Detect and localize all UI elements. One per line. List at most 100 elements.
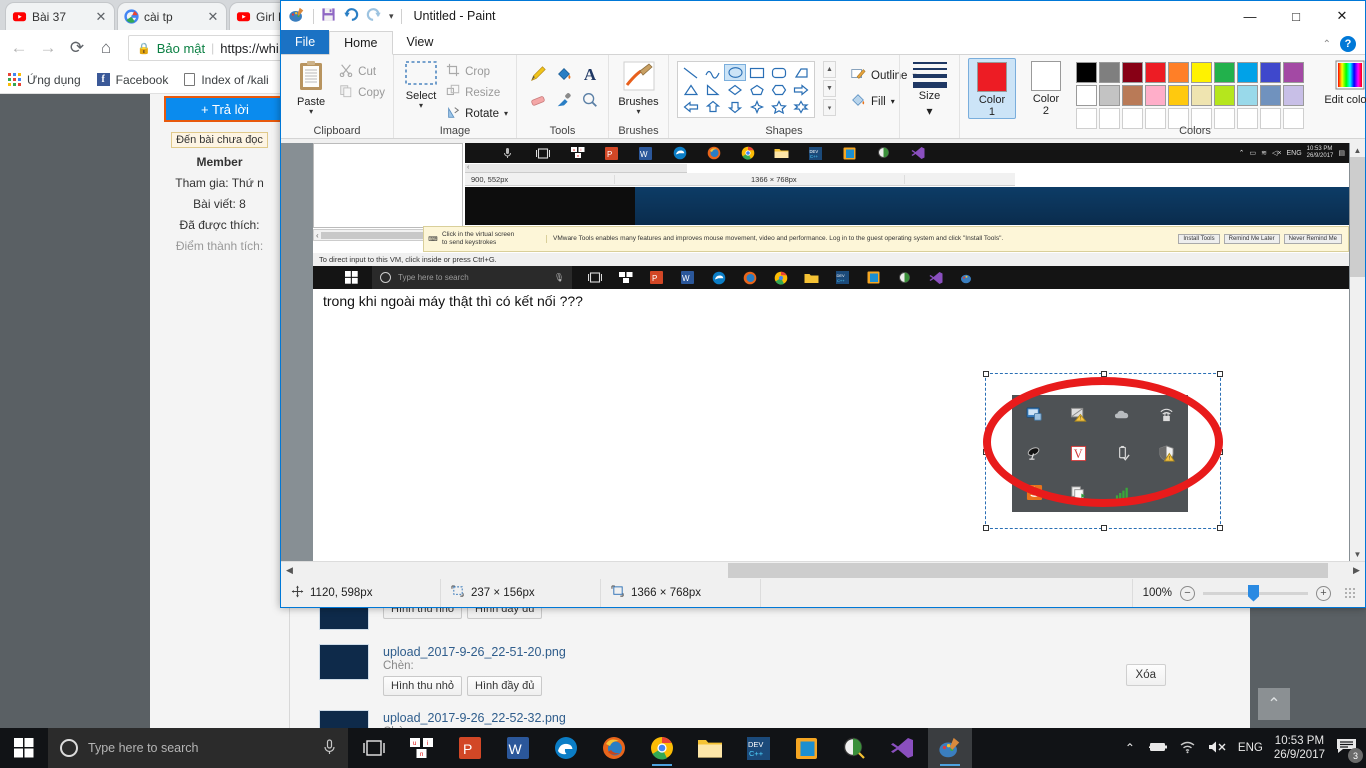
color-picker-tool-button[interactable] bbox=[551, 88, 577, 114]
text-tool-button[interactable]: A bbox=[577, 62, 603, 88]
attachment-name[interactable]: upload_2017-9-26_22-52-32.png bbox=[383, 711, 566, 725]
taskbar-app-wireshark[interactable] bbox=[832, 728, 876, 768]
zoom-in-button[interactable]: + bbox=[1316, 585, 1331, 601]
insert-full-button[interactable]: Hình đầy đủ bbox=[467, 676, 543, 696]
zoom-slider-thumb[interactable] bbox=[1248, 584, 1259, 602]
paste-button[interactable]: Paste ▾ bbox=[289, 58, 333, 116]
magnifier-tool-button[interactable] bbox=[577, 88, 603, 114]
taskbar-app-visual-studio[interactable] bbox=[880, 728, 924, 768]
scroll-right-icon[interactable]: ▶ bbox=[1348, 565, 1365, 576]
forward-button[interactable]: → bbox=[35, 35, 61, 61]
tab-view[interactable]: View bbox=[393, 30, 448, 54]
palette-swatch-r2-c3[interactable] bbox=[1122, 85, 1143, 106]
attachment-name[interactable]: upload_2017-9-26_22-51-20.png bbox=[383, 645, 566, 659]
taskbar-app-firefox[interactable] bbox=[592, 728, 636, 768]
shape-rounded-rectangle[interactable] bbox=[768, 64, 790, 81]
close-icon[interactable]: ✕ bbox=[206, 10, 220, 23]
copy-button[interactable]: Copy bbox=[339, 84, 385, 101]
tab-file[interactable]: File bbox=[281, 30, 330, 54]
shape-six-point-star[interactable] bbox=[790, 98, 812, 115]
chevron-down-icon[interactable]: ▾ bbox=[309, 108, 313, 116]
shape-left-arrow[interactable] bbox=[680, 98, 702, 115]
shape-ellipse[interactable] bbox=[724, 64, 746, 81]
help-icon[interactable]: ? bbox=[1340, 36, 1356, 52]
unread-badge[interactable]: Đến bài chưa đọc bbox=[171, 132, 268, 148]
language-indicator[interactable]: ENG bbox=[1238, 742, 1263, 754]
chevron-down-icon[interactable]: ▾ bbox=[926, 104, 932, 118]
microphone-icon[interactable] bbox=[323, 738, 336, 758]
shape-line[interactable] bbox=[680, 64, 702, 81]
taskbar-app-unikey[interactable]: u in bbox=[400, 728, 444, 768]
start-button[interactable] bbox=[0, 728, 48, 768]
close-icon[interactable]: ✕ bbox=[94, 10, 108, 23]
shape-right-arrow[interactable] bbox=[790, 81, 812, 98]
pencil-tool-button[interactable] bbox=[525, 62, 551, 88]
browser-tab-1[interactable]: Bài 37 ✕ bbox=[6, 3, 114, 30]
clock[interactable]: 10:53 PM 26/9/2017 bbox=[1274, 734, 1325, 762]
shape-hexagon[interactable] bbox=[768, 81, 790, 98]
shapes-expand-button[interactable]: ▾ bbox=[823, 99, 836, 116]
shape-four-point-star[interactable] bbox=[746, 98, 768, 115]
palette-swatch-r2-c8[interactable] bbox=[1237, 85, 1258, 106]
save-icon[interactable] bbox=[321, 7, 336, 25]
canvas-horizontal-scrollbar[interactable]: ◀ ▶ bbox=[281, 561, 1365, 578]
palette-swatch-r2-c7[interactable] bbox=[1214, 85, 1235, 106]
remind-later-button[interactable]: Remind Me Later bbox=[1223, 234, 1280, 244]
tray-overflow-button[interactable]: ⌃ bbox=[1125, 741, 1135, 755]
taskbar-app-devcpp[interactable]: DEV C++ bbox=[736, 728, 780, 768]
shape-curve[interactable] bbox=[702, 64, 724, 81]
palette-swatch-r2-c1[interactable] bbox=[1076, 85, 1097, 106]
crop-button[interactable]: Crop bbox=[446, 63, 508, 80]
palette-swatch-r1-c5[interactable] bbox=[1168, 62, 1189, 83]
attachment-thumbnail[interactable] bbox=[319, 644, 369, 680]
redo-icon[interactable] bbox=[366, 7, 382, 25]
zoom-out-button[interactable]: − bbox=[1180, 585, 1195, 601]
reply-button[interactable]: + Trả lời bbox=[166, 98, 284, 120]
maximize-button[interactable]: □ bbox=[1273, 1, 1319, 31]
chevron-down-icon[interactable]: ▾ bbox=[636, 108, 640, 116]
resize-handle-s[interactable] bbox=[1101, 525, 1107, 531]
chevron-down-icon[interactable]: ▾ bbox=[419, 102, 423, 110]
palette-swatch-r2-c10[interactable] bbox=[1283, 85, 1304, 106]
palette-swatch-r2-c4[interactable] bbox=[1145, 85, 1166, 106]
shape-five-point-star[interactable] bbox=[768, 98, 790, 115]
delete-attachment-button[interactable]: Xóa bbox=[1125, 664, 1166, 686]
resize-handle-ne[interactable] bbox=[1217, 371, 1223, 377]
chevron-up-icon[interactable]: ⌃ bbox=[1323, 39, 1331, 50]
palette-swatch-r2-c2[interactable] bbox=[1099, 85, 1120, 106]
customize-chevron-icon[interactable]: ▾ bbox=[389, 11, 394, 22]
shape-triangle[interactable] bbox=[680, 81, 702, 98]
palette-swatch-r1-c1[interactable] bbox=[1076, 62, 1097, 83]
select-button[interactable]: Select ▾ bbox=[402, 58, 440, 110]
bookmark-index-kali[interactable]: Index of /kali bbox=[184, 73, 269, 87]
palette-swatch-r1-c6[interactable] bbox=[1191, 62, 1212, 83]
hscroll-thumb[interactable] bbox=[728, 562, 1328, 578]
bookmark-facebook[interactable]: f Facebook bbox=[96, 73, 168, 87]
hscroll-track[interactable] bbox=[298, 562, 1348, 578]
shape-pentagon[interactable] bbox=[746, 81, 768, 98]
palette-swatch-r1-c4[interactable] bbox=[1145, 62, 1166, 83]
minimize-button[interactable]: — bbox=[1227, 1, 1273, 31]
resize-grip[interactable] bbox=[1345, 588, 1355, 598]
shape-right-triangle-poly[interactable] bbox=[790, 64, 812, 81]
volume-muted-icon[interactable] bbox=[1207, 740, 1227, 757]
scroll-up-icon[interactable]: ▲ bbox=[1350, 143, 1365, 157]
fill-tool-button[interactable] bbox=[551, 62, 577, 88]
palette-swatch-r2-c5[interactable] bbox=[1168, 85, 1189, 106]
install-tools-button[interactable]: Install Tools bbox=[1178, 234, 1220, 244]
taskbar-app-paint[interactable] bbox=[928, 728, 972, 768]
scroll-to-top-button-lower[interactable]: ⌃ bbox=[1258, 688, 1290, 720]
taskbar-app-office[interactable] bbox=[784, 728, 828, 768]
close-button[interactable]: ✕ bbox=[1319, 1, 1365, 31]
shape-up-arrow[interactable] bbox=[702, 98, 724, 115]
palette-swatch-r1-c7[interactable] bbox=[1214, 62, 1235, 83]
chevron-down-icon[interactable]: ▾ bbox=[504, 109, 508, 118]
palette-swatch-r1-c3[interactable] bbox=[1122, 62, 1143, 83]
home-button[interactable]: ⌂ bbox=[93, 35, 119, 61]
brushes-button[interactable]: Brushes ▾ bbox=[617, 58, 660, 116]
edit-colors-button[interactable]: Edit colors bbox=[1321, 58, 1366, 106]
color1-button[interactable]: Color 1 bbox=[968, 58, 1016, 119]
back-button[interactable]: ← bbox=[6, 35, 32, 61]
taskview-button[interactable] bbox=[352, 728, 396, 768]
taskbar-app-word[interactable]: W bbox=[496, 728, 540, 768]
